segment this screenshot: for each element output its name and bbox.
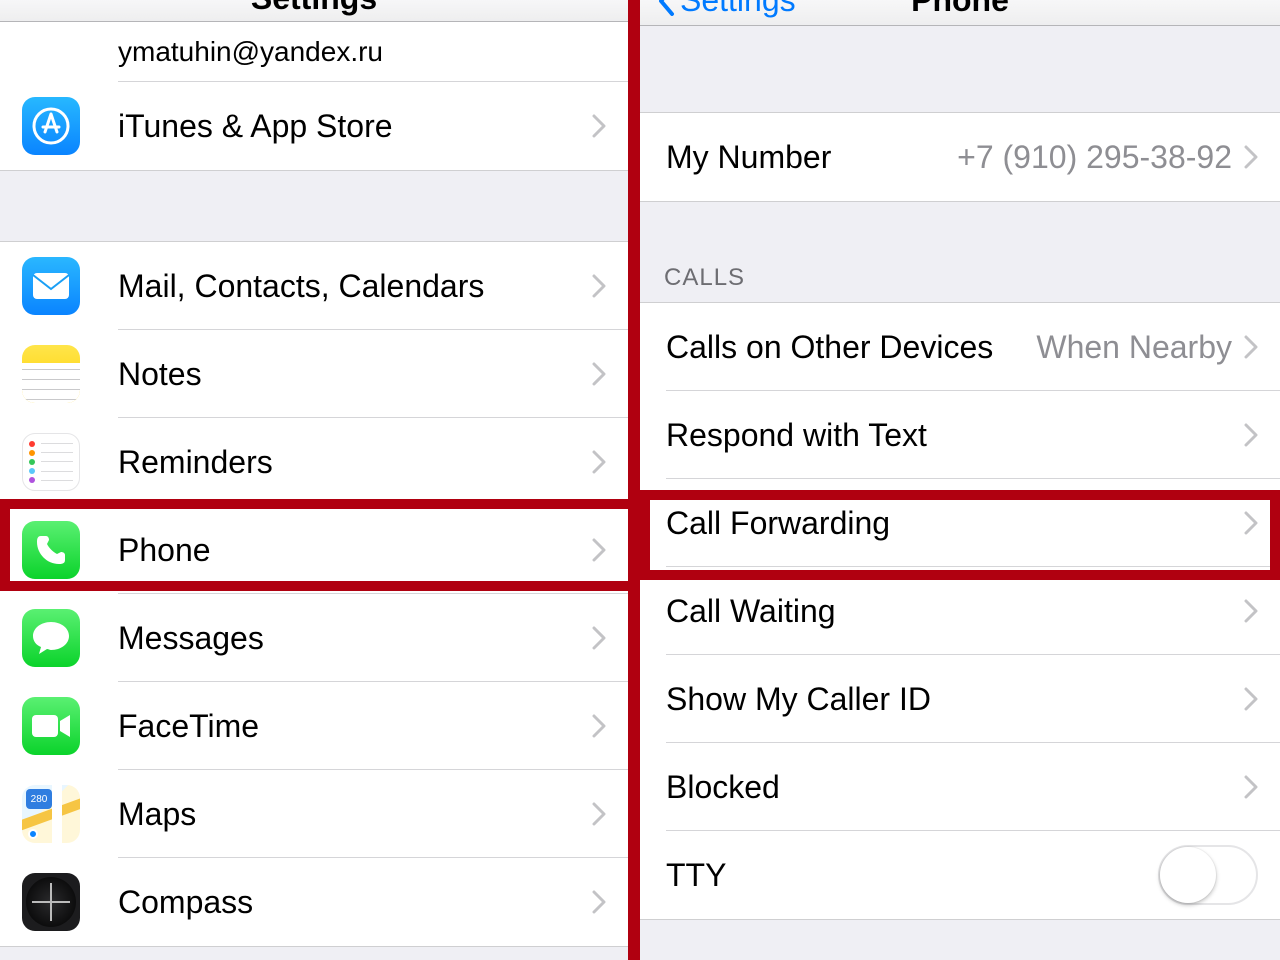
facetime-icon xyxy=(22,697,80,755)
chevron-right-icon xyxy=(1244,511,1258,535)
chevron-right-icon xyxy=(592,626,606,650)
pane-divider xyxy=(628,0,640,960)
chevron-right-icon xyxy=(592,114,606,138)
chevron-right-icon xyxy=(1244,335,1258,359)
left-nav-bar: Settings xyxy=(0,0,628,22)
tty-label: TTY xyxy=(666,857,1158,894)
right-nav-title: Phone xyxy=(911,0,1009,19)
blocked-label: Blocked xyxy=(666,769,1244,806)
reminders-label: Reminders xyxy=(118,444,592,481)
chevron-right-icon xyxy=(1244,423,1258,447)
messages-icon xyxy=(22,609,80,667)
settings-row-phone[interactable]: Phone xyxy=(0,506,628,594)
row-calls-other-devices[interactable]: Calls on Other Devices When Nearby xyxy=(640,303,1280,391)
appstore-icon xyxy=(22,97,80,155)
chevron-right-icon xyxy=(1244,687,1258,711)
settings-row-icloud-sub[interactable]: ymatuhin@yandex.ru xyxy=(0,22,628,82)
chevron-right-icon xyxy=(1244,775,1258,799)
settings-row-reminders[interactable]: Reminders xyxy=(0,418,628,506)
tty-switch[interactable] xyxy=(1158,845,1258,905)
calls-other-label: Calls on Other Devices xyxy=(666,329,1036,366)
chevron-right-icon xyxy=(592,714,606,738)
chevron-right-icon xyxy=(592,890,606,914)
row-show-caller-id[interactable]: Show My Caller ID xyxy=(640,655,1280,743)
chevron-left-icon xyxy=(658,0,676,16)
settings-row-maps[interactable]: 280 Maps xyxy=(0,770,628,858)
reminders-icon xyxy=(22,433,80,491)
back-label: Settings xyxy=(680,0,796,19)
notes-label: Notes xyxy=(118,356,592,393)
chevron-right-icon xyxy=(592,362,606,386)
section-header-calls: CALLS xyxy=(640,258,1280,302)
chevron-right-icon xyxy=(592,802,606,826)
phone-group-number: My Number +7 (910) 295-38-92 xyxy=(640,112,1280,202)
maps-icon: 280 xyxy=(22,785,80,843)
compass-label: Compass xyxy=(118,884,592,921)
mail-label: Mail, Contacts, Calendars xyxy=(118,268,592,305)
call-forwarding-label: Call Forwarding xyxy=(666,505,1244,542)
right-nav-bar: Settings Phone xyxy=(640,0,1280,26)
messages-label: Messages xyxy=(118,620,592,657)
phone-settings-pane: Settings Phone My Number +7 (910) 295-38… xyxy=(640,0,1280,960)
settings-group-apple: ymatuhin@yandex.ru iTunes & App Store xyxy=(0,22,628,171)
maps-label: Maps xyxy=(118,796,592,833)
respond-text-label: Respond with Text xyxy=(666,417,1244,454)
show-caller-id-label: Show My Caller ID xyxy=(666,681,1244,718)
facetime-label: FaceTime xyxy=(118,708,592,745)
compass-icon xyxy=(22,873,80,931)
phone-group-calls: Calls on Other Devices When Nearby Respo… xyxy=(640,302,1280,920)
chevron-right-icon xyxy=(592,274,606,298)
settings-row-itunes[interactable]: iTunes & App Store xyxy=(0,82,628,170)
row-blocked[interactable]: Blocked xyxy=(640,743,1280,831)
itunes-label: iTunes & App Store xyxy=(118,108,592,145)
settings-row-notes[interactable]: Notes xyxy=(0,330,628,418)
row-respond-with-text[interactable]: Respond with Text xyxy=(640,391,1280,479)
row-call-waiting[interactable]: Call Waiting xyxy=(640,567,1280,655)
settings-row-compass[interactable]: Compass xyxy=(0,858,628,946)
my-number-label: My Number xyxy=(666,139,957,176)
chevron-right-icon xyxy=(592,538,606,562)
switch-knob xyxy=(1160,847,1216,903)
settings-row-messages[interactable]: Messages xyxy=(0,594,628,682)
my-number-value: +7 (910) 295-38-92 xyxy=(957,139,1232,176)
row-tty[interactable]: TTY xyxy=(640,831,1280,919)
settings-pane: Settings ymatuhin@yandex.ru iTunes & App… xyxy=(0,0,628,960)
calls-other-value: When Nearby xyxy=(1036,329,1232,366)
row-my-number[interactable]: My Number +7 (910) 295-38-92 xyxy=(640,113,1280,201)
chevron-right-icon xyxy=(1244,145,1258,169)
icloud-email: ymatuhin@yandex.ru xyxy=(118,36,383,68)
settings-row-mail[interactable]: Mail, Contacts, Calendars xyxy=(0,242,628,330)
left-nav-title: Settings xyxy=(251,0,377,17)
notes-icon xyxy=(22,345,80,403)
row-call-forwarding[interactable]: Call Forwarding xyxy=(640,479,1280,567)
call-waiting-label: Call Waiting xyxy=(666,593,1244,630)
chevron-right-icon xyxy=(592,450,606,474)
phone-label: Phone xyxy=(118,532,592,569)
back-button[interactable]: Settings xyxy=(658,0,796,19)
chevron-right-icon xyxy=(1244,599,1258,623)
mail-icon xyxy=(22,257,80,315)
settings-row-facetime[interactable]: FaceTime xyxy=(0,682,628,770)
phone-icon xyxy=(22,521,80,579)
settings-group-apps: Mail, Contacts, Calendars Notes xyxy=(0,241,628,947)
